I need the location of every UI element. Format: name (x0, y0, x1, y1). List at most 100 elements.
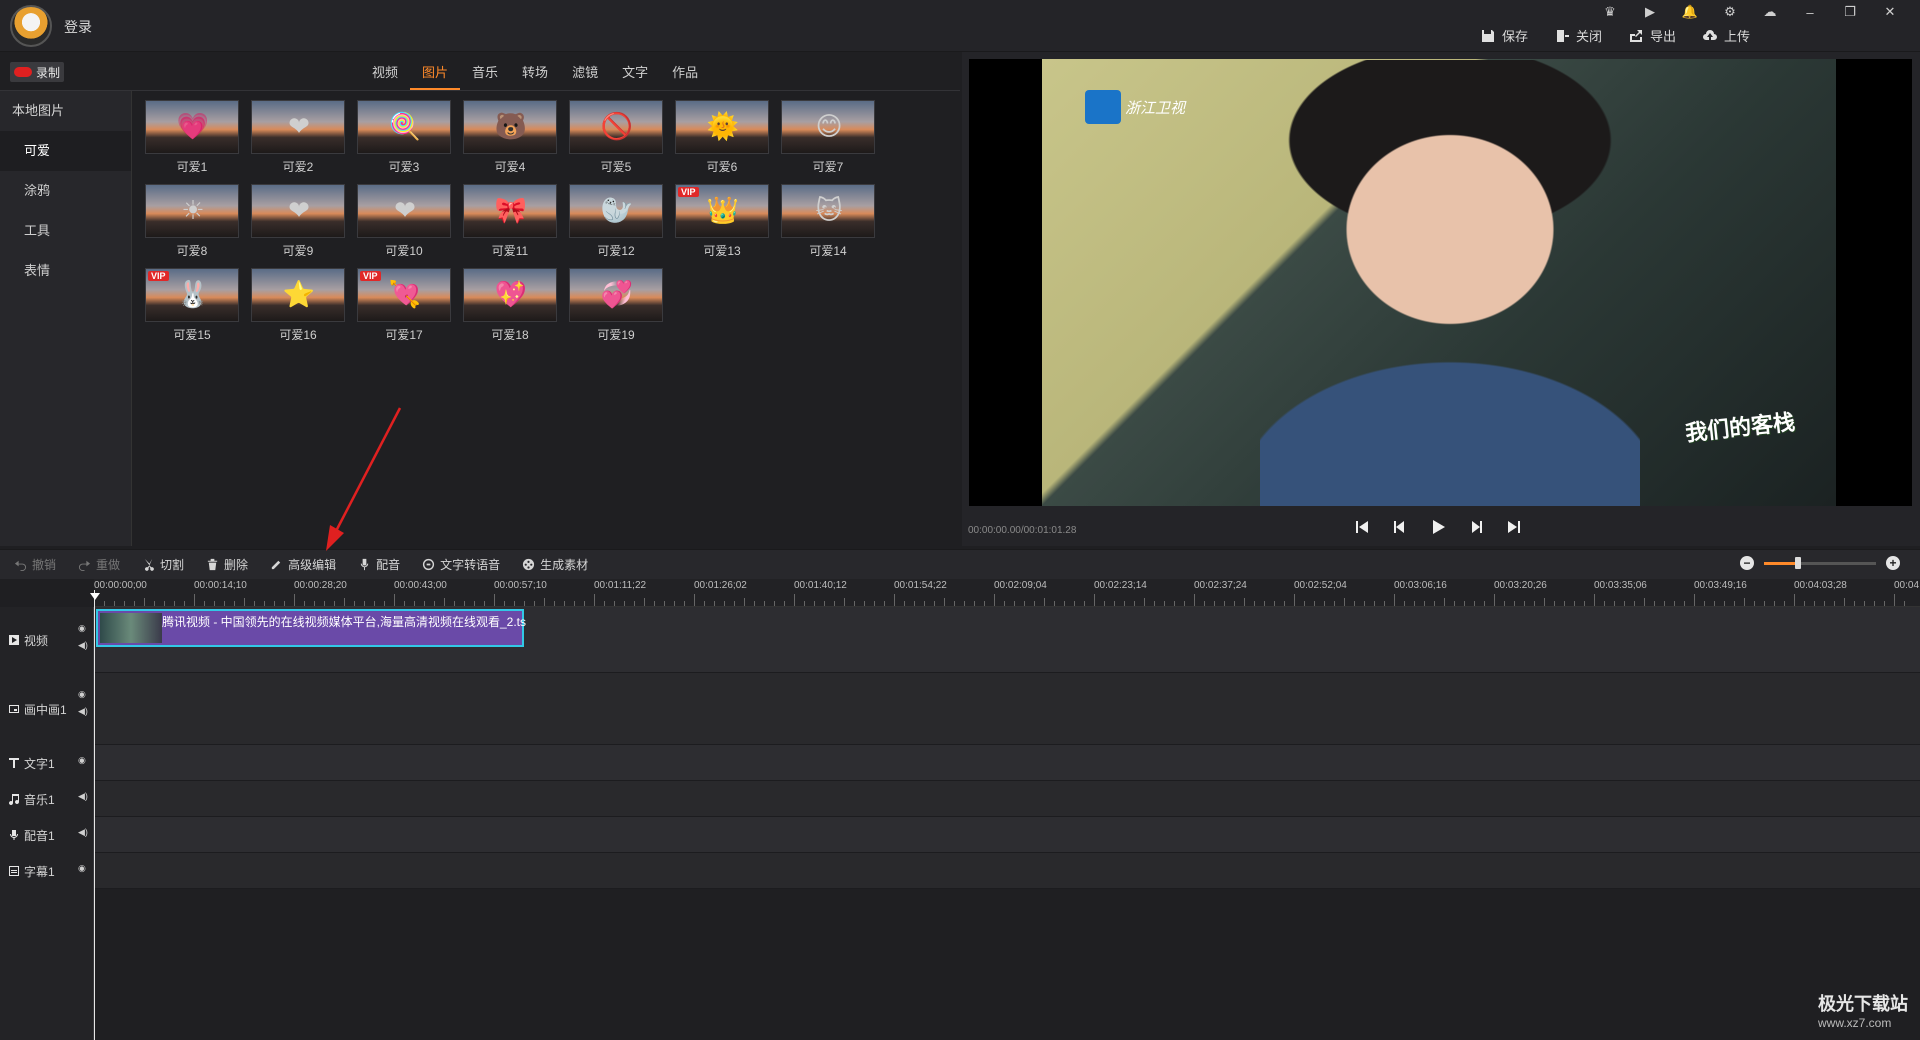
sticker-item[interactable]: 🐰 VIP 可爱15 (145, 268, 239, 344)
timeline-track-row[interactable] (94, 673, 1920, 745)
tab-video[interactable]: 视频 (360, 58, 410, 90)
tab-works[interactable]: 作品 (660, 58, 710, 90)
tab-filter[interactable]: 滤镜 (560, 58, 610, 90)
speaker-icon[interactable]: ◀) (78, 791, 88, 802)
eye-icon[interactable]: ◉ (78, 863, 86, 874)
ruler-tick (1654, 601, 1655, 606)
next-frame-icon[interactable] (1467, 518, 1485, 536)
ruler-tick (684, 601, 685, 606)
tab-image[interactable]: 图片 (410, 58, 461, 90)
sticker-item[interactable]: 👑 VIP 可爱13 (675, 184, 769, 260)
save-label: 保存 (1501, 29, 1528, 44)
ruler-tick (524, 601, 525, 606)
dubbing-button[interactable]: 配音 (358, 556, 400, 573)
tab-transition[interactable]: 转场 (510, 58, 560, 90)
prev-frame-icon[interactable] (1391, 518, 1409, 536)
playhead[interactable] (94, 590, 95, 1040)
vip-crown-icon[interactable]: ♛ (1590, 2, 1630, 22)
close-file-button[interactable]: 关闭 (1554, 26, 1602, 45)
ruler-tick (364, 601, 365, 606)
sticker-item[interactable]: ❤ 可爱10 (357, 184, 451, 260)
play-icon[interactable] (1429, 518, 1447, 536)
close-icon[interactable]: ✕ (1870, 2, 1910, 22)
tab-music[interactable]: 音乐 (460, 58, 510, 90)
advanced-edit-button[interactable]: 高级编辑 (270, 556, 336, 573)
sidebar-item-tools[interactable]: 工具 (0, 211, 131, 251)
sticker-item[interactable]: 🦭 可爱12 (569, 184, 663, 260)
zoom-in-icon[interactable]: + (1886, 556, 1900, 570)
save-button[interactable]: 保存 (1480, 26, 1528, 45)
tab-text[interactable]: 文字 (610, 58, 660, 90)
sticker-glyph-icon: 💞 (600, 279, 634, 309)
sticker-item[interactable]: 🐻 可爱4 (463, 100, 557, 176)
timeline-track-row[interactable] (94, 745, 1920, 781)
skip-end-icon[interactable] (1505, 518, 1523, 536)
gear-icon[interactable]: ⚙ (1710, 2, 1750, 22)
sticker-item[interactable]: ❤ 可爱2 (251, 100, 345, 176)
upload-button[interactable]: 上传 (1702, 26, 1750, 45)
sticker-item[interactable]: 🚫 可爱5 (569, 100, 663, 176)
ruler-tick (1704, 601, 1705, 606)
ruler-tick (1844, 598, 1845, 606)
sticker-item[interactable]: 🐱 可爱14 (781, 184, 875, 260)
sticker-item[interactable]: 💞 可爱19 (569, 268, 663, 344)
speaker-icon[interactable]: ◀) (78, 827, 88, 838)
sticker-item[interactable]: 💖 可爱18 (463, 268, 557, 344)
eye-icon[interactable]: ◉ (78, 623, 88, 634)
timeline-track-row[interactable] (94, 817, 1920, 853)
timeline-track-row[interactable] (94, 853, 1920, 889)
minimize-icon[interactable]: – (1790, 2, 1830, 22)
playhead-handle[interactable] (90, 593, 100, 600)
ruler-tick (544, 598, 545, 606)
text-to-speech-button[interactable]: 文字转语音 (422, 556, 500, 573)
sticker-label: 可爱5 (600, 160, 632, 174)
sidebar-heading[interactable]: 本地图片 (0, 91, 131, 131)
sticker-glyph-icon: 💘 (388, 279, 422, 309)
ruler-tick (1774, 601, 1775, 606)
sticker-item[interactable]: ❤ 可爱9 (251, 184, 345, 260)
delete-button[interactable]: 删除 (206, 556, 248, 573)
bell-icon[interactable]: 🔔 (1670, 2, 1710, 22)
sticker-item[interactable]: 🍭 可爱3 (357, 100, 451, 176)
export-button[interactable]: 导出 (1628, 26, 1676, 45)
restore-icon[interactable]: ❐ (1830, 2, 1870, 22)
speaker-icon[interactable]: ◀) (78, 640, 88, 651)
sticker-label: 可爱15 (173, 328, 211, 342)
speaker-icon[interactable]: ◀) (78, 706, 88, 717)
undo-button[interactable]: 撤销 (14, 556, 56, 573)
zoom-slider-knob[interactable] (1794, 556, 1801, 569)
sticker-item[interactable]: 💗 可爱1 (145, 100, 239, 176)
cut-button[interactable]: 切割 (142, 556, 184, 573)
watermark: 极光下载站 www.xz7.com (1818, 990, 1908, 1030)
sidebar-item-doodle[interactable]: 涂鸦 (0, 171, 131, 211)
app-logo[interactable] (10, 5, 52, 47)
redo-button[interactable]: 重做 (78, 556, 120, 573)
cut-label: 切割 (160, 558, 185, 572)
generate-material-button[interactable]: 生成素材 (522, 556, 588, 573)
sticker-item[interactable]: 🎀 可爱11 (463, 184, 557, 260)
tutorial-icon[interactable]: ▶ (1630, 2, 1670, 22)
timeline-ruler[interactable]: 00:00:00;00 00:00:14;10 00:00:28;20 00:00:4… (94, 579, 1920, 607)
timeline-track-row[interactable] (94, 781, 1920, 817)
sticker-label: 可爱3 (388, 160, 420, 174)
sticker-item[interactable]: ⭐ 可爱16 (251, 268, 345, 344)
zoom-out-icon[interactable]: − (1740, 556, 1754, 570)
sticker-item[interactable]: 🌞 可爱6 (675, 100, 769, 176)
record-button[interactable]: 录制 (10, 62, 64, 82)
video-clip[interactable]: 腾讯视频 - 中国领先的在线视频媒体平台,海量高清视频在线观看_2.ts (96, 609, 526, 647)
ruler-tick (354, 601, 355, 606)
login-link[interactable]: 登录 (64, 17, 92, 37)
skin-icon[interactable]: ☁ (1750, 2, 1790, 22)
ruler-tick (1454, 601, 1455, 606)
zoom-slider[interactable] (1764, 556, 1876, 569)
sticker-item[interactable]: ☀ 可爱8 (145, 184, 239, 260)
sidebar-item-emoji[interactable]: 表情 (0, 251, 131, 291)
sticker-item[interactable]: 💘 VIP 可爱17 (357, 268, 451, 344)
eye-icon[interactable]: ◉ (78, 689, 88, 700)
track-toggles: ◉ (78, 863, 86, 874)
sticker-label: 可爱2 (282, 160, 314, 174)
sidebar-item-cute[interactable]: 可爱 (0, 131, 131, 171)
sticker-item[interactable]: 😊 可爱7 (781, 100, 875, 176)
eye-icon[interactable]: ◉ (78, 755, 86, 766)
skip-start-icon[interactable] (1353, 518, 1371, 536)
